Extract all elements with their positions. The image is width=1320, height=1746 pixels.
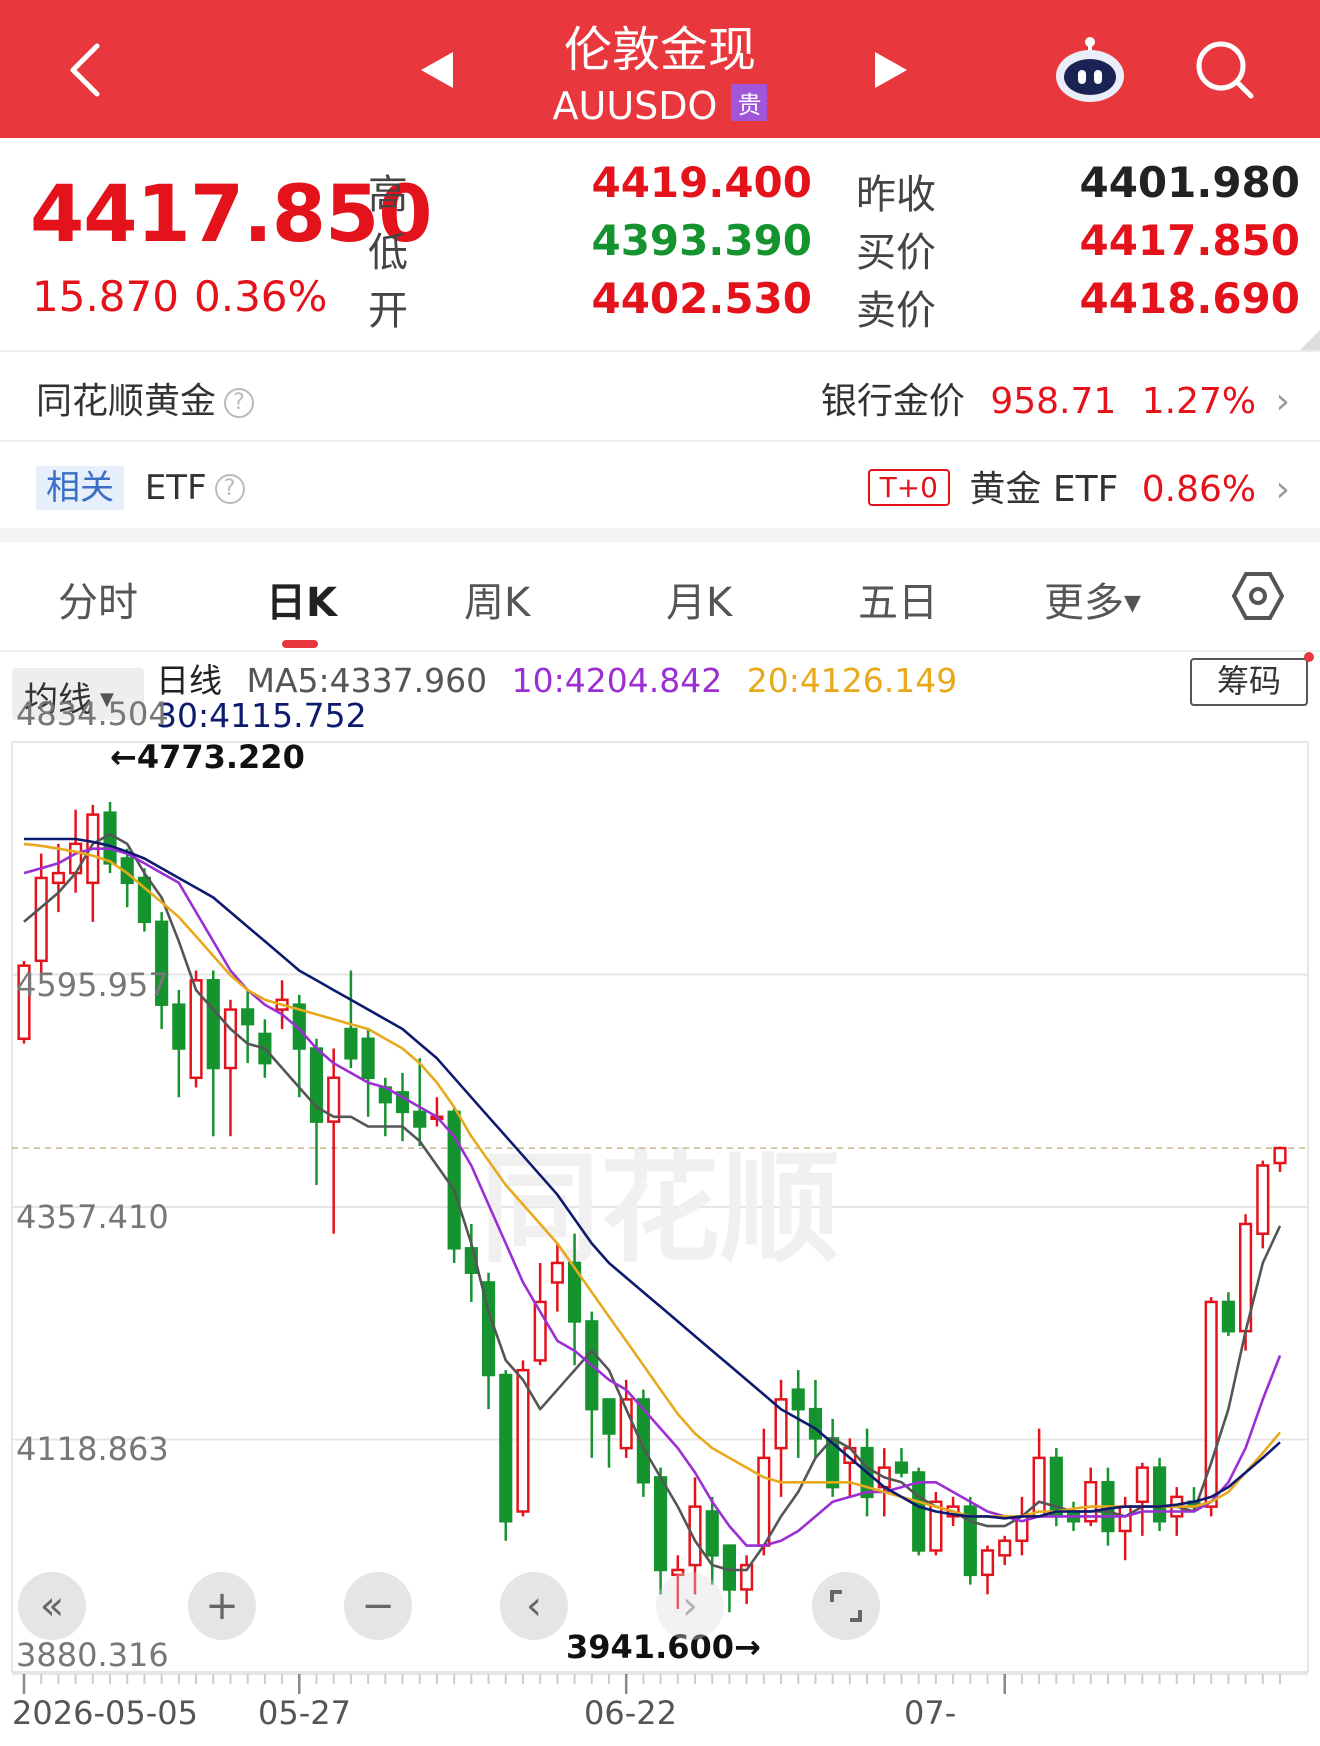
low-marker: 3941.600→ (566, 1628, 761, 1666)
zoom-out-button[interactable]: − (344, 1572, 412, 1640)
candle-body (705, 1510, 719, 1557)
candle-body (929, 1500, 943, 1552)
y-tick-label: 4357.410 (16, 1198, 169, 1236)
candle-body (998, 1539, 1012, 1557)
x-tick-label: 07- (904, 1694, 956, 1732)
candle-body (361, 1037, 375, 1080)
high-marker: ←4773.220 (110, 738, 305, 776)
y-tick-label: 3880.316 (16, 1636, 169, 1674)
x-tick-label: 06-22 (584, 1694, 677, 1732)
y-tick-label: 4595.957 (16, 966, 169, 1004)
candle-body (516, 1368, 530, 1513)
candle-body (309, 1047, 324, 1123)
zoom-out-icon: − (361, 1583, 395, 1629)
candle-body (103, 811, 117, 865)
candle-body (1152, 1466, 1167, 1523)
candle-body (499, 1373, 513, 1523)
pan-left-button[interactable]: ‹ (500, 1572, 568, 1640)
candle-body (241, 1008, 255, 1026)
x-tick-label: 2026-05-05 (12, 1694, 198, 1732)
y-tick-label: 4118.863 (16, 1430, 169, 1468)
candle-body (172, 1003, 186, 1050)
watermark: 同花顺 (480, 1140, 840, 1279)
candle-body (223, 1008, 238, 1070)
rewind-button[interactable]: « (18, 1572, 86, 1640)
pan-left-icon: ‹ (526, 1583, 542, 1629)
zoom-in-button[interactable]: + (188, 1572, 256, 1640)
candle-body (1221, 1300, 1235, 1333)
x-tick-label: 05-27 (258, 1694, 351, 1732)
candle-body (51, 871, 65, 885)
candle-body (1118, 1505, 1132, 1533)
candle-body (1032, 1456, 1046, 1518)
candle-body (980, 1549, 995, 1577)
fullscreen-icon (830, 1590, 862, 1622)
candle-body (757, 1456, 771, 1547)
y-tick-label: 4834.504 (16, 695, 169, 733)
candle-body (413, 1110, 427, 1128)
candle-body (894, 1461, 909, 1474)
candle-body (722, 1544, 737, 1591)
candle-body (344, 1027, 358, 1060)
candle-body (550, 1261, 564, 1284)
rewind-icon: « (39, 1583, 65, 1629)
candle-body (206, 979, 220, 1070)
pan-right-icon: › (682, 1583, 698, 1629)
candle-body (1256, 1164, 1270, 1235)
fullscreen-button[interactable] (812, 1572, 880, 1640)
candle-body (791, 1388, 805, 1411)
candle-body (808, 1407, 823, 1440)
candle-body (1135, 1466, 1149, 1503)
candlestick-chart[interactable]: 同花顺 4834.504 4595.957 4357.410 4118.863 3880.… (0, 0, 1320, 1746)
candle-body (602, 1398, 616, 1435)
candle-body (1273, 1146, 1287, 1165)
page: 伦敦金现 AUUSDO 贵 4417.850 15.870 0.36% 高 低 … (0, 0, 1320, 1746)
candle-body (654, 1476, 668, 1572)
zoom-in-icon: + (205, 1583, 239, 1629)
candle-body (34, 876, 48, 963)
pan-right-button[interactable]: › (656, 1572, 724, 1640)
